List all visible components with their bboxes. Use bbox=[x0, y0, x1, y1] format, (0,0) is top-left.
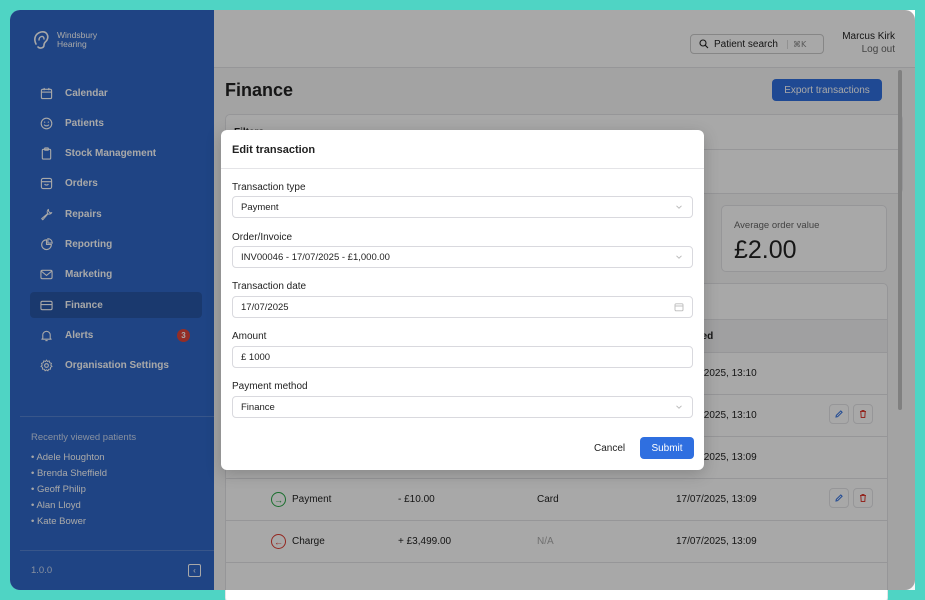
chevron-down-icon bbox=[676, 405, 682, 409]
chevron-down-icon bbox=[676, 255, 682, 259]
order-invoice-select[interactable]: INV00046 - 17/07/2025 - £1,000.00 bbox=[232, 246, 693, 268]
payment-method-value: Finance bbox=[241, 401, 275, 413]
order-invoice-label: Order/Invoice bbox=[232, 232, 293, 243]
transaction-type-label: Transaction type bbox=[232, 182, 306, 193]
chevron-down-icon bbox=[676, 205, 682, 209]
payment-method-label: Payment method bbox=[232, 381, 308, 392]
order-invoice-value: INV00046 - 17/07/2025 - £1,000.00 bbox=[241, 251, 390, 263]
amount-value: £ 1000 bbox=[241, 351, 271, 363]
cancel-button[interactable]: Cancel bbox=[594, 443, 625, 454]
modal-title: Edit transaction bbox=[221, 130, 704, 169]
amount-input[interactable]: £ 1000 bbox=[232, 346, 693, 368]
calendar-icon[interactable] bbox=[674, 302, 684, 312]
transaction-date-label: Transaction date bbox=[232, 281, 307, 292]
amount-label: Amount bbox=[232, 331, 267, 342]
transaction-type-select[interactable]: Payment bbox=[232, 196, 693, 218]
transaction-type-value: Payment bbox=[241, 201, 279, 213]
submit-button[interactable]: Submit bbox=[640, 437, 694, 459]
transaction-date-input[interactable]: 17/07/2025 bbox=[232, 296, 693, 318]
transaction-date-value: 17/07/2025 bbox=[241, 301, 289, 313]
payment-method-select[interactable]: Finance bbox=[232, 396, 693, 418]
edit-transaction-modal: Edit transaction Transaction type Paymen… bbox=[221, 130, 704, 470]
